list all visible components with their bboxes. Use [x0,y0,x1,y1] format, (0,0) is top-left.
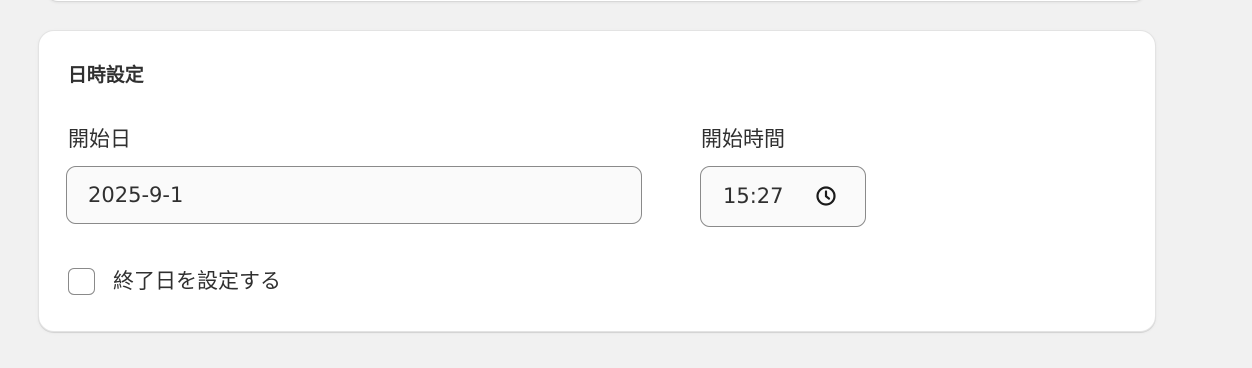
datetime-settings-card: 日時設定 開始日 2025-9-1 開始時間 15:27 終了日を設定する [38,30,1156,332]
start-time-label: 開始時間 [701,127,785,151]
start-date-input[interactable]: 2025-9-1 [66,166,642,224]
start-time-input[interactable]: 15:27 [700,166,866,227]
start-date-value: 2025-9-1 [88,183,184,207]
clock-icon[interactable] [814,184,838,208]
start-time-value: 15:27 [723,184,784,208]
start-date-label: 開始日 [68,127,131,151]
end-date-toggle-row[interactable]: 終了日を設定する [68,265,281,297]
end-date-checkbox-label[interactable]: 終了日を設定する [113,266,281,296]
previous-card-edge [46,0,1146,1]
card-title: 日時設定 [68,64,145,86]
end-date-checkbox[interactable] [68,267,95,295]
